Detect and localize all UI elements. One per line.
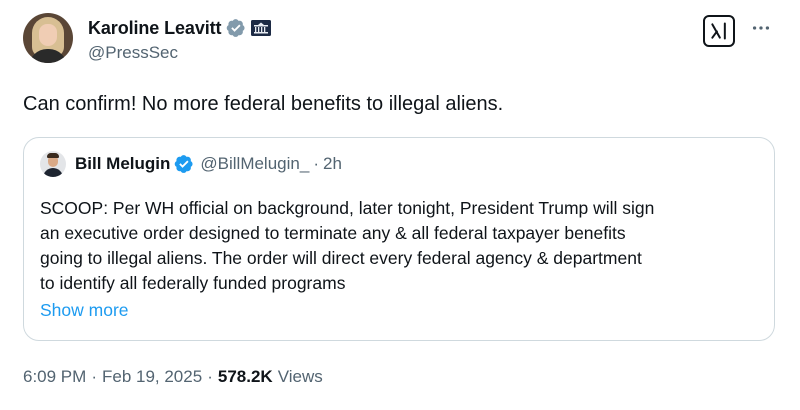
- author-name-row: Karoline Leavitt: [88, 16, 272, 40]
- quoted-author-name[interactable]: Bill Melugin: [75, 154, 170, 174]
- quoted-tweet-header: Bill Melugin @BillMelugin_ · 2h: [75, 152, 342, 176]
- tweet-text: Can confirm! No more federal benefits to…: [23, 93, 504, 115]
- quoted-text-line: to identify all federally funded program…: [40, 273, 346, 293]
- views-label: Views: [277, 367, 323, 386]
- quoted-tweet-card[interactable]: Bill Melugin @BillMelugin_ · 2h SCOOP: P…: [23, 137, 775, 341]
- government-building-icon: [251, 20, 272, 36]
- quoted-text-line: an executive order designed to terminate…: [40, 223, 626, 243]
- tweet-time[interactable]: 6:09 PM: [23, 367, 86, 387]
- separator-dot: ·: [313, 154, 319, 173]
- show-more-link[interactable]: Show more: [40, 300, 129, 321]
- separator-dot: ·: [207, 367, 213, 386]
- tweet-metadata: 6:09 PM · Feb 19, 2025 · 578.2K Views: [23, 367, 323, 387]
- views-count[interactable]: 578.2K: [218, 367, 273, 387]
- quoted-tweet-text: SCOOP: Per WH official on background, la…: [40, 196, 764, 296]
- verified-badge-icon[interactable]: [226, 18, 246, 38]
- grok-button[interactable]: [703, 15, 735, 47]
- more-options-button[interactable]: [749, 16, 773, 40]
- quoted-author-handle[interactable]: @BillMelugin_: [200, 154, 309, 174]
- more-horizontal-icon: [752, 26, 770, 30]
- verified-badge-icon[interactable]: [174, 154, 194, 174]
- author-handle[interactable]: @PressSec: [88, 43, 178, 63]
- quoted-author-avatar[interactable]: [40, 151, 66, 177]
- grok-icon: [711, 22, 726, 40]
- author-avatar[interactable]: [23, 13, 73, 63]
- tweet-date[interactable]: Feb 19, 2025: [102, 367, 202, 387]
- quoted-text-line: going to illegal aliens. The order will …: [40, 248, 642, 268]
- author-name[interactable]: Karoline Leavitt: [88, 18, 222, 39]
- quoted-text-line: SCOOP: Per WH official on background, la…: [40, 198, 655, 218]
- separator-dot: ·: [91, 367, 97, 386]
- quoted-tweet-time[interactable]: 2h: [323, 154, 342, 174]
